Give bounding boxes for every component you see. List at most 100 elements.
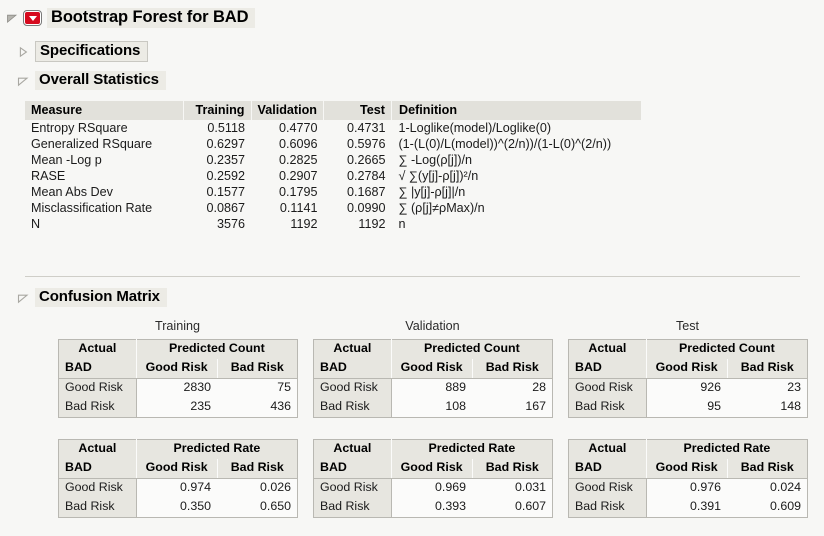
panel-title-row: Bootstrap Forest for BAD [6,8,256,28]
header-actual: Actual [58,439,137,459]
cell-validation: 0.1795 [278,185,318,199]
header-actual: Actual [568,339,647,359]
header-bad: BAD [568,458,647,479]
header-predicted-rate: Predicted Rate [391,439,553,459]
header-good-risk: Good Risk [136,358,218,379]
cell-good-good: 2830 [136,378,218,398]
table-row: Bad Risk 0.350 0.650 [58,497,298,517]
disclosure-triangle-closed-icon[interactable] [17,46,29,58]
cell-bad-good: 0.391 [646,497,728,517]
cell-good-good: 0.976 [646,478,728,498]
disclosure-triangle-open-icon[interactable] [6,12,18,24]
cell-definition: n [398,217,406,231]
disclosure-triangle-open-icon[interactable] [17,75,29,87]
table-subheader-row: BAD Good Risk Bad Risk [313,458,553,479]
cell-test: 0.2665 [346,153,386,167]
table-row: Generalized RSquare 0.6297 0.6096 0.5976… [25,136,641,152]
red-triangle-menu-icon[interactable] [23,10,42,26]
cell-definition: ∑ |y[j]-ρ[j]|/n [398,185,466,199]
header-predicted-count: Predicted Count [391,339,553,359]
row-label-bad-risk: Bad Risk [313,497,392,517]
cell-validation: 1192 [290,217,318,231]
cell-bad-bad: 148 [727,397,808,417]
table-row: Entropy RSquare 0.5118 0.4770 0.4731 1-L… [25,120,641,136]
header-predicted-count: Predicted Count [646,339,808,359]
table-row: Good Risk 0.976 0.024 [568,478,808,498]
header-predicted-rate: Predicted Rate [136,439,298,459]
confusion-matrix-title: Confusion Matrix [35,288,167,307]
cell-validation: 0.1141 [279,201,318,215]
header-bad-risk: Bad Risk [217,358,298,379]
col-header-training: Training [183,101,252,120]
cell-measure: Misclassification Rate [31,201,153,215]
header-good-risk: Good Risk [646,358,728,379]
col-header-validation: Validation [251,101,324,120]
cell-test: 0.2784 [346,169,386,183]
cell-good-bad: 0.026 [217,478,298,498]
table-subheader-row: BAD Good Risk Bad Risk [58,458,298,479]
row-label-bad-risk: Bad Risk [313,397,392,417]
col-header-definition: Definition [391,101,642,120]
cell-good-good: 889 [391,378,473,398]
cell-test: 1192 [358,217,386,231]
cell-definition: √ ∑(y[j]-ρ[j])²/n [398,169,479,183]
header-predicted-rate: Predicted Rate [646,439,808,459]
table-header-row: Actual Predicted Count [568,339,808,359]
confusion-matrix-training-rate: Actual Predicted Rate BAD Good Risk Bad … [58,439,298,518]
cell-definition: ∑ (ρ[j]≠ρMax)/n [398,201,485,215]
panel-title: Bootstrap Forest for BAD [47,8,256,28]
overall-statistics-table: Measure Training Validation Test Definit… [25,101,642,232]
cell-bad-bad: 0.607 [472,497,553,517]
header-good-risk: Good Risk [391,358,473,379]
cell-bad-bad: 0.609 [727,497,808,517]
cell-validation: 0.2825 [278,153,318,167]
confusion-matrix-validation-rate: Actual Predicted Rate BAD Good Risk Bad … [313,439,553,518]
cell-measure: N [31,217,41,231]
cell-training: 3576 [216,217,245,231]
group-label-training: Training [154,319,201,333]
red-triangle-glyph [28,15,37,21]
cell-test: 0.0990 [346,201,386,215]
table-row: Mean Abs Dev 0.1577 0.1795 0.1687 ∑ |y[j… [25,184,641,200]
row-label-good-risk: Good Risk [58,378,137,398]
row-label-good-risk: Good Risk [313,378,392,398]
header-bad-risk: Bad Risk [727,358,808,379]
table-row: Bad Risk 0.391 0.609 [568,497,808,517]
header-bad-risk: Bad Risk [472,458,553,479]
confusion-matrix-test-count: Actual Predicted Count BAD Good Risk Bad… [568,339,808,418]
jmp-report-panel: Bootstrap Forest for BAD Specifications … [0,0,824,536]
row-label-bad-risk: Bad Risk [58,397,137,417]
header-bad: BAD [58,458,137,479]
header-bad: BAD [58,358,137,379]
cell-measure: Mean -Log p [31,153,102,167]
table-subheader-row: BAD Good Risk Bad Risk [58,358,298,379]
disclosure-triangle-open-icon[interactable] [17,292,29,304]
table-row: Good Risk 0.969 0.031 [313,478,553,498]
cell-good-good: 0.969 [391,478,473,498]
header-actual: Actual [313,339,392,359]
table-row: N 3576 1192 1192 n [25,216,641,232]
table-row: Good Risk 889 28 [313,378,553,398]
row-label-bad-risk: Bad Risk [58,497,137,517]
header-good-risk: Good Risk [391,458,473,479]
cell-bad-good: 0.393 [391,497,473,517]
group-label-validation: Validation [405,319,460,333]
section-specifications[interactable]: Specifications [17,41,149,62]
table-row: Good Risk 2830 75 [58,378,298,398]
col-header-test: Test [323,101,392,120]
cell-measure: Generalized RSquare [31,137,153,151]
header-bad: BAD [313,458,392,479]
row-label-bad-risk: Bad Risk [568,397,647,417]
header-bad-risk: Bad Risk [472,358,553,379]
table-row: Bad Risk 95 148 [568,397,808,417]
table-row: Good Risk 0.974 0.026 [58,478,298,498]
cell-test: 0.5976 [346,137,386,151]
row-label-good-risk: Good Risk [58,478,137,498]
header-bad: BAD [313,358,392,379]
cell-bad-good: 235 [136,397,218,417]
header-predicted-count: Predicted Count [136,339,298,359]
section-overall-statistics[interactable]: Overall Statistics [17,71,166,90]
section-confusion-matrix[interactable]: Confusion Matrix [17,288,167,307]
table-header-row: Actual Predicted Rate [568,439,808,459]
cell-definition: (1-(L(0)/L(model))^(2/n))/(1-L(0)^(2/n)) [398,137,612,151]
